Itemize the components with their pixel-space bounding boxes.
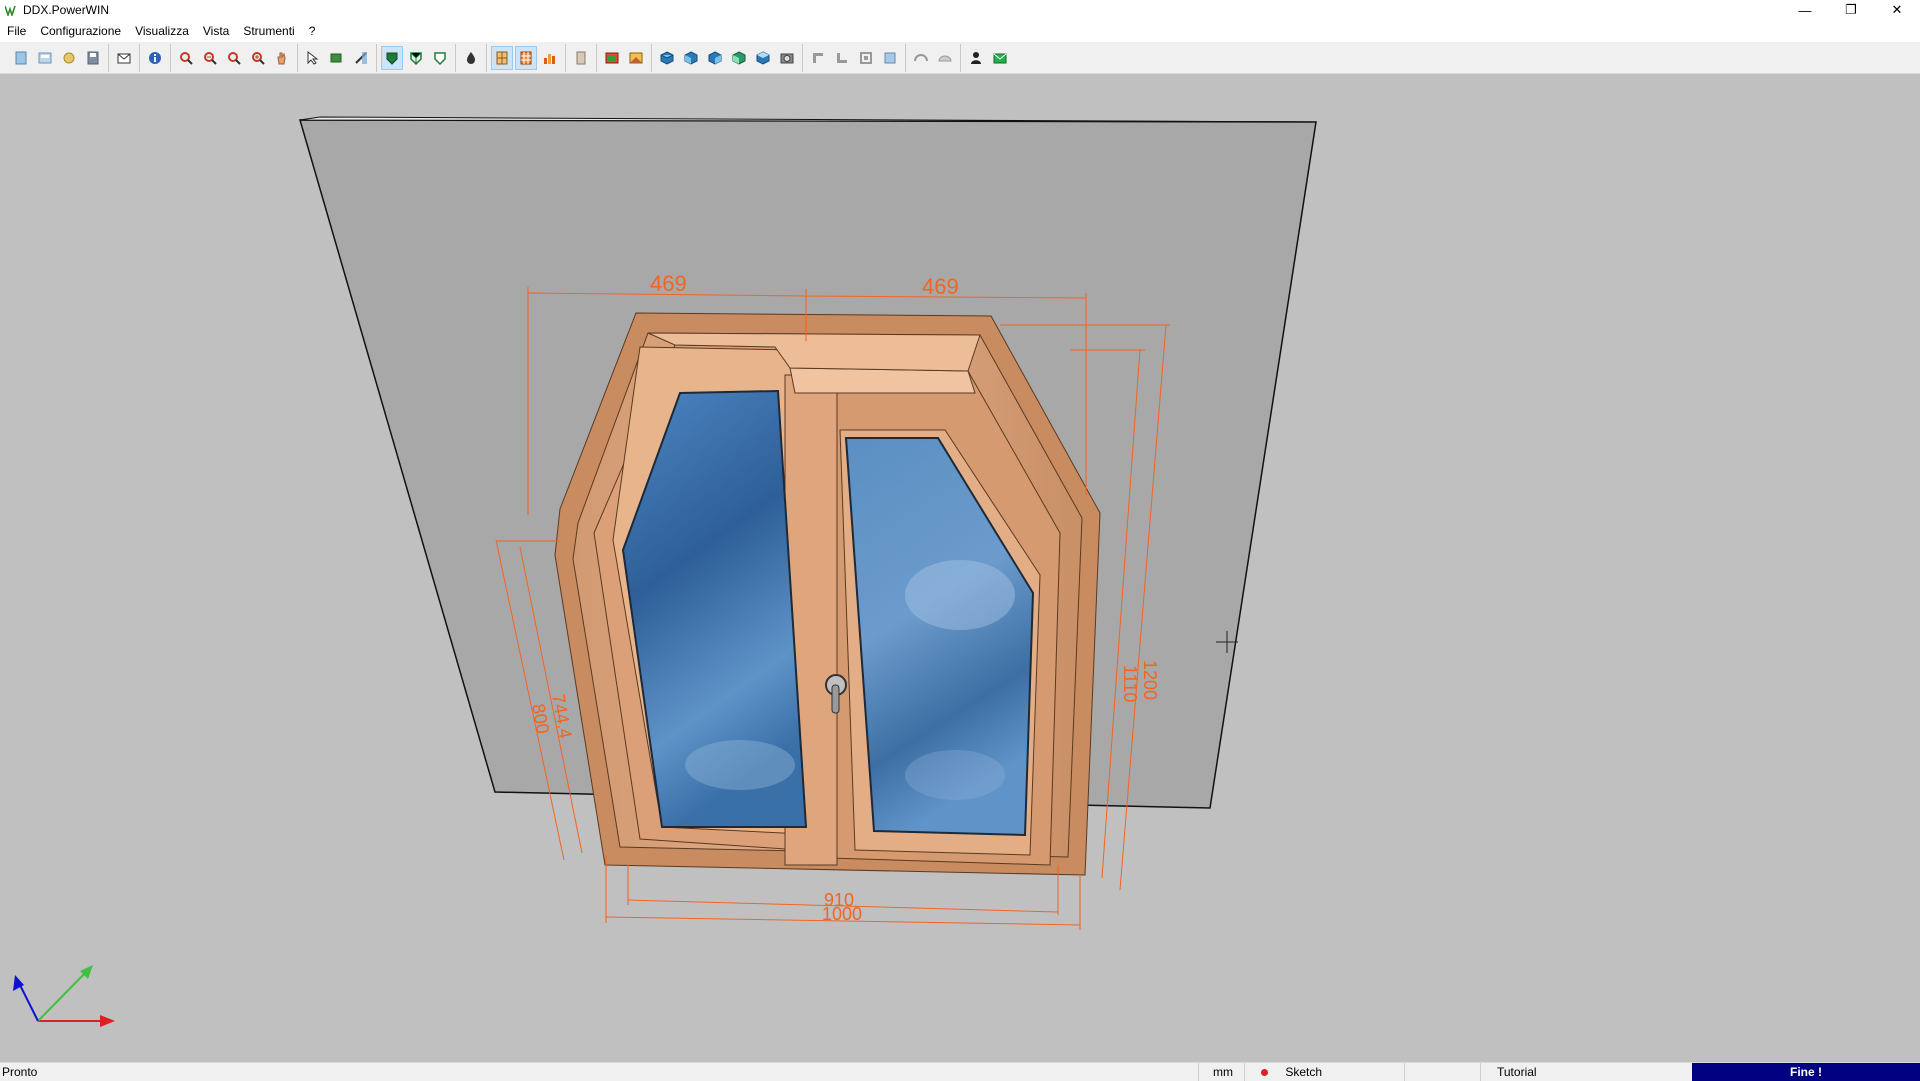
dim-right-inner: 1110 — [1120, 665, 1140, 702]
toolbar-group-view-style — [377, 43, 456, 72]
toolbar-group-frames — [487, 43, 566, 72]
zoom-in-icon[interactable] — [247, 46, 269, 70]
menu-vista[interactable]: Vista — [196, 20, 236, 42]
arc-icon[interactable] — [910, 46, 932, 70]
status-mode: Sketch — [1244, 1063, 1421, 1081]
record-dot-icon — [1261, 1069, 1268, 1076]
scene-canvas[interactable]: 469 469 910 1000 1110 1200 744.4 800 — [0, 75, 1920, 1062]
status-mode-label: Sketch — [1285, 1065, 1323, 1079]
profile-square-icon[interactable] — [879, 46, 901, 70]
toolbar-group-profiles — [803, 43, 906, 72]
status-unit-label: mm — [1213, 1065, 1233, 1079]
toolbar-group-user — [961, 44, 1015, 72]
toolbar-group-zoom — [171, 43, 298, 72]
status-message: Pronto — [2, 1065, 38, 1079]
toolbar-group-door — [566, 43, 597, 72]
toolbar-group-info — [140, 43, 171, 72]
profile-corner-icon[interactable] — [831, 46, 853, 70]
main-toolbar — [0, 42, 1920, 74]
open-folder-icon[interactable] — [58, 46, 80, 70]
status-project-label: Tutorial — [1497, 1065, 1537, 1079]
3d-viewport[interactable]: 469 469 910 1000 1110 1200 744.4 800 — [0, 75, 1920, 1062]
toolbar-group-arcs — [906, 43, 961, 72]
message-icon[interactable] — [989, 46, 1011, 70]
z-axis-icon — [17, 980, 39, 1022]
menu-visualizza[interactable]: Visualizza — [128, 20, 196, 42]
toolbar-group-views — [652, 43, 803, 72]
door-icon[interactable] — [570, 46, 592, 70]
toolbar-group-file — [6, 43, 109, 72]
frame-icon[interactable] — [326, 46, 348, 70]
dim-outer-width: 1000 — [822, 904, 862, 924]
grid-frame-icon[interactable] — [515, 45, 537, 70]
email-icon[interactable] — [113, 46, 135, 70]
menu-configurazione[interactable]: Configurazione — [33, 20, 128, 42]
hidden-lines-icon[interactable] — [429, 46, 451, 70]
minimize-button[interactable]: — — [1782, 0, 1828, 20]
new-icon[interactable] — [10, 46, 32, 70]
title-bar: DDX.PowerWIN — ❐ ✕ — [0, 0, 1920, 20]
semi-arc-icon[interactable] — [934, 46, 956, 70]
status-project: Tutorial — [1480, 1063, 1707, 1081]
restore-button[interactable]: ❐ — [1828, 0, 1874, 20]
close-button[interactable]: ✕ — [1874, 0, 1920, 20]
status-progress: Fine ! — [1692, 1063, 1920, 1081]
menu-help[interactable]: ? — [302, 20, 323, 42]
select-icon[interactable] — [302, 46, 324, 70]
menu-strumenti[interactable]: Strumenti — [236, 20, 301, 42]
menu-file[interactable]: File — [0, 20, 33, 42]
image-icon[interactable] — [601, 46, 623, 70]
view-top-icon[interactable] — [656, 46, 678, 70]
status-bar: Pronto mm Sketch Tutorial Fine ! — [0, 1062, 1920, 1081]
view-front-icon[interactable] — [680, 46, 702, 70]
wireframe-view-icon[interactable] — [405, 46, 427, 70]
texture-icon[interactable] — [625, 46, 647, 70]
app-logo-icon — [5, 3, 19, 17]
dim-top-right: 469 — [922, 274, 959, 299]
chart-icon[interactable] — [539, 46, 561, 70]
profile-t-icon[interactable] — [855, 46, 877, 70]
dim-top-left: 469 — [650, 271, 687, 296]
pan-hand-icon[interactable] — [271, 46, 293, 70]
y-axis-icon — [37, 969, 89, 1022]
view-right-icon[interactable] — [704, 46, 726, 70]
zoom-out-icon[interactable] — [223, 46, 245, 70]
view-camera-icon[interactable] — [776, 46, 798, 70]
user-icon[interactable] — [965, 46, 987, 70]
window-frame-icon[interactable] — [491, 45, 513, 70]
view-iso-icon[interactable] — [752, 46, 774, 70]
view-left-icon[interactable] — [728, 46, 750, 70]
dim-right-outer: 1200 — [1140, 660, 1160, 700]
menu-bar: File Configurazione Visualizza Vista Str… — [0, 20, 1920, 42]
axis-gizmo — [13, 965, 115, 1027]
shaded-view-icon[interactable] — [381, 45, 403, 70]
zoom-window-icon[interactable] — [175, 46, 197, 70]
toolbar-group-email — [109, 43, 140, 72]
toolbar-group-image — [597, 43, 652, 72]
toolbar-group-render — [456, 43, 487, 72]
save-icon[interactable] — [82, 46, 104, 70]
zoom-all-icon[interactable] — [199, 46, 221, 70]
open-icon[interactable] — [34, 46, 56, 70]
render-icon[interactable] — [460, 46, 482, 70]
measure-icon[interactable] — [350, 46, 372, 70]
profile-l-icon[interactable] — [807, 46, 829, 70]
toolbar-group-select — [298, 43, 377, 72]
window-title: DDX.PowerWIN — [23, 3, 110, 17]
info-icon[interactable] — [144, 46, 166, 70]
